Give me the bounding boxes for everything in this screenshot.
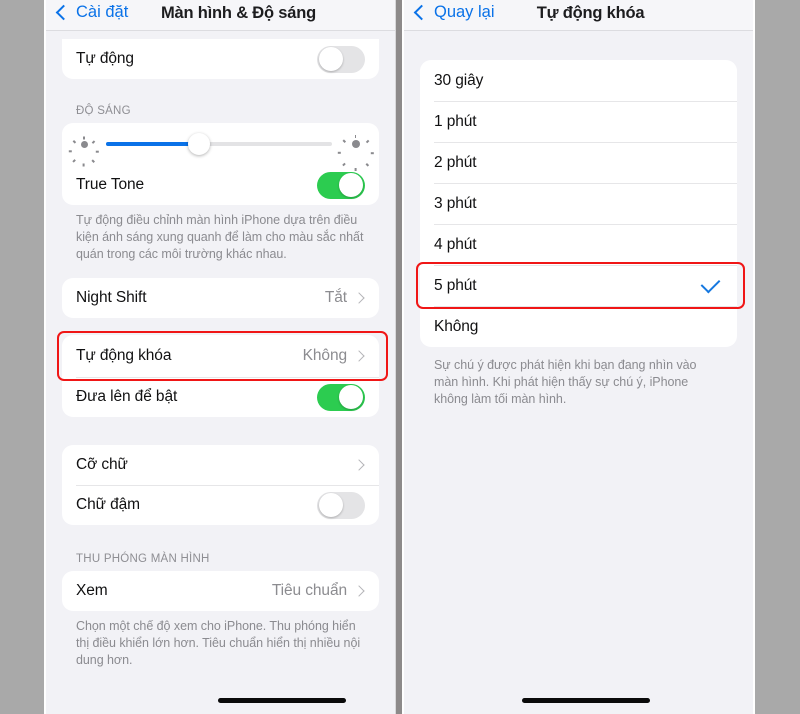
true-tone-toggle[interactable] [317, 171, 365, 199]
option-row-label: 3 phút [434, 194, 477, 212]
checkmark-icon [700, 273, 721, 294]
sun-small-icon [69, 136, 100, 167]
chevron-right-icon [353, 585, 365, 597]
brightness-slider-thumb[interactable] [187, 133, 210, 155]
row-night-shift[interactable]: Night Shift Tắt [62, 278, 379, 318]
row-auto-lock-value: Không [302, 347, 347, 364]
brightness-slider-fill [106, 142, 199, 146]
row-true-tone[interactable]: True Tone [62, 165, 379, 205]
right-navigation-bar: Quay lại Tự động khóa [404, 0, 753, 31]
page-title: Tự động khóa [536, 4, 645, 22]
row-text-size[interactable]: Cỡ chữ [62, 445, 379, 485]
display-zoom-footer: Chọn một chế độ xem cho iPhone. Thu phón… [76, 619, 361, 667]
option-row-label: 1 phút [434, 112, 477, 130]
brightness-slider-row[interactable] [62, 123, 379, 171]
night-shift-group: Night Shift Tắt [62, 278, 379, 318]
page-title: Màn hình & Độ sáng [161, 4, 316, 22]
true-tone-footer: Tự động điều chỉnh màn hình iPhone dựa t… [76, 213, 364, 261]
option-row-label: 4 phút [434, 235, 477, 253]
bold-text-toggle-knob [318, 493, 343, 517]
row-night-shift-label: Night Shift [76, 289, 147, 306]
row-view-label: Xem [76, 582, 108, 599]
row-raise-to-wake[interactable]: Đưa lên để bật [62, 377, 379, 417]
raise-to-wake-toggle[interactable] [317, 383, 365, 411]
auto-group: Tự động [62, 39, 379, 79]
auto-lock-footer: Sự chú ý được phát hiện khi bạn đang nhì… [434, 358, 697, 406]
row-true-tone-label: True Tone [76, 176, 145, 193]
bold-text-toggle[interactable] [317, 491, 365, 519]
right-content-scroll: 30 giây 1 phút 2 phút 3 phút 4 phút 5 phút Khô… [404, 60, 753, 408]
option-row[interactable]: Không [420, 306, 737, 347]
row-auto-lock[interactable]: Tự động khóa Không [62, 335, 379, 377]
row-auto-label: Tự động [76, 50, 134, 67]
display-zoom-group: Xem Tiêu chuẩn [62, 571, 379, 611]
option-row[interactable]: 5 phút [420, 265, 737, 306]
option-row[interactable]: 4 phút [420, 224, 737, 265]
sun-large-icon [337, 135, 374, 171]
row-auto[interactable]: Tự động [62, 39, 379, 79]
auto-lock-options-group: 30 giây 1 phút 2 phút 3 phút 4 phút 5 phút Khô… [420, 60, 737, 347]
display-zoom-section-header: THU PHÓNG MÀN HÌNH [76, 553, 210, 565]
option-row-label: 2 phút [434, 153, 477, 171]
home-indicator [218, 698, 346, 703]
auto-toggle-knob [318, 47, 343, 71]
raise-to-wake-toggle-knob [339, 385, 363, 409]
left-phone-screen: Cài đặt Màn hình & Độ sáng Tự động ĐỘ SÁ… [44, 0, 396, 714]
chevron-right-icon [353, 350, 365, 362]
home-indicator [522, 698, 650, 703]
brightness-group: True Tone [62, 123, 379, 205]
right-phone-screen: Quay lại Tự động khóa 30 giây 1 phút 2 phú… [402, 0, 755, 714]
option-row[interactable]: 30 giây [420, 60, 737, 101]
option-row-label: Không [434, 317, 479, 335]
left-content-scroll: Tự động ĐỘ SÁNG True Tone Tự động điều c… [46, 39, 395, 669]
auto-toggle[interactable] [317, 45, 365, 73]
row-bold-text-label: Chữ đậm [76, 496, 140, 513]
option-row[interactable]: 2 phút [420, 142, 737, 183]
row-view-value: Tiêu chuẩn [271, 582, 347, 599]
text-group: Cỡ chữ Chữ đậm [62, 445, 379, 525]
auto-lock-group: Tự động khóa Không Đưa lên để bật [62, 335, 379, 417]
left-navigation-bar: Cài đặt Màn hình & Độ sáng [46, 0, 395, 31]
row-auto-lock-label: Tự động khóa [76, 347, 172, 364]
option-row[interactable]: 1 phút [420, 101, 737, 142]
true-tone-toggle-knob [339, 173, 363, 197]
row-text-size-label: Cỡ chữ [76, 456, 128, 473]
row-bold-text[interactable]: Chữ đậm [62, 485, 379, 525]
row-night-shift-value: Tắt [324, 289, 347, 306]
row-raise-to-wake-label: Đưa lên để bật [76, 388, 178, 405]
chevron-right-icon [353, 459, 365, 471]
brightness-slider-track[interactable] [106, 133, 332, 155]
row-view[interactable]: Xem Tiêu chuẩn [62, 571, 379, 611]
option-row-label: 30 giây [434, 71, 484, 89]
chevron-right-icon [353, 292, 365, 304]
brightness-section-header: ĐỘ SÁNG [76, 105, 131, 117]
option-row-label: 5 phút [434, 276, 477, 294]
option-row[interactable]: 3 phút [420, 183, 737, 224]
